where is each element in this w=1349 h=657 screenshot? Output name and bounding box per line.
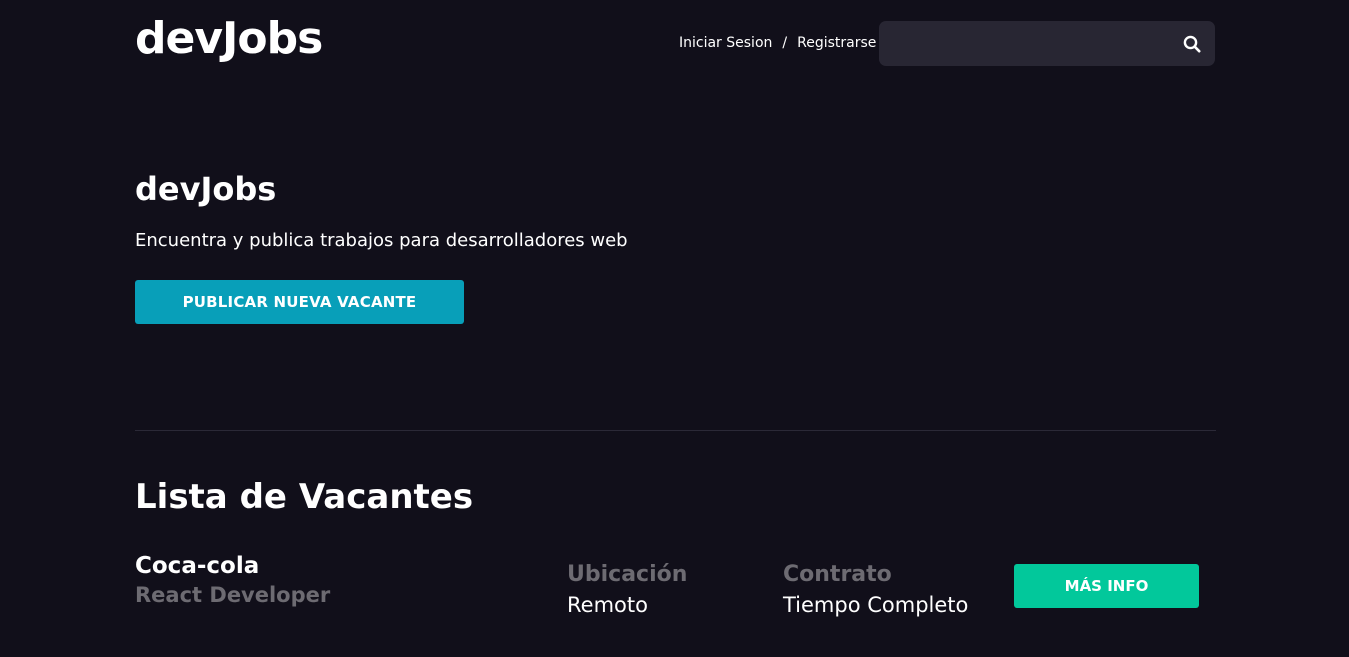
vacancy-location-label: Ubicación [567, 562, 688, 587]
auth-separator: / [782, 35, 788, 51]
vacancies-title: Lista de Vacantes [135, 477, 474, 517]
publish-vacancy-button[interactable]: PUBLICAR NUEVA VACANTE [135, 280, 464, 324]
search-icon[interactable] [1169, 21, 1215, 66]
section-divider [135, 430, 1216, 431]
search-box [879, 21, 1215, 66]
search-input[interactable] [879, 21, 1169, 66]
vacancy-contract-label: Contrato [783, 562, 892, 587]
page: devJobs Iniciar Sesion / Registrarse dev… [0, 0, 1349, 657]
vacancy-location: Remoto [567, 593, 648, 617]
hero-subtitle: Encuentra y publica trabajos para desarr… [135, 230, 628, 251]
hero-title: devJobs [135, 170, 277, 208]
vacancy-role: React Developer [135, 583, 331, 607]
vacancy-contract: Tiempo Completo [783, 593, 969, 617]
register-link[interactable]: Registrarse [797, 34, 876, 52]
auth-nav: Iniciar Sesion / Registrarse [679, 34, 876, 52]
site-logo[interactable]: devJobs [135, 10, 323, 68]
vacancy-company: Coca-cola [135, 553, 260, 579]
login-link[interactable]: Iniciar Sesion [679, 34, 772, 52]
more-info-button[interactable]: MÁS INFO [1014, 564, 1199, 608]
